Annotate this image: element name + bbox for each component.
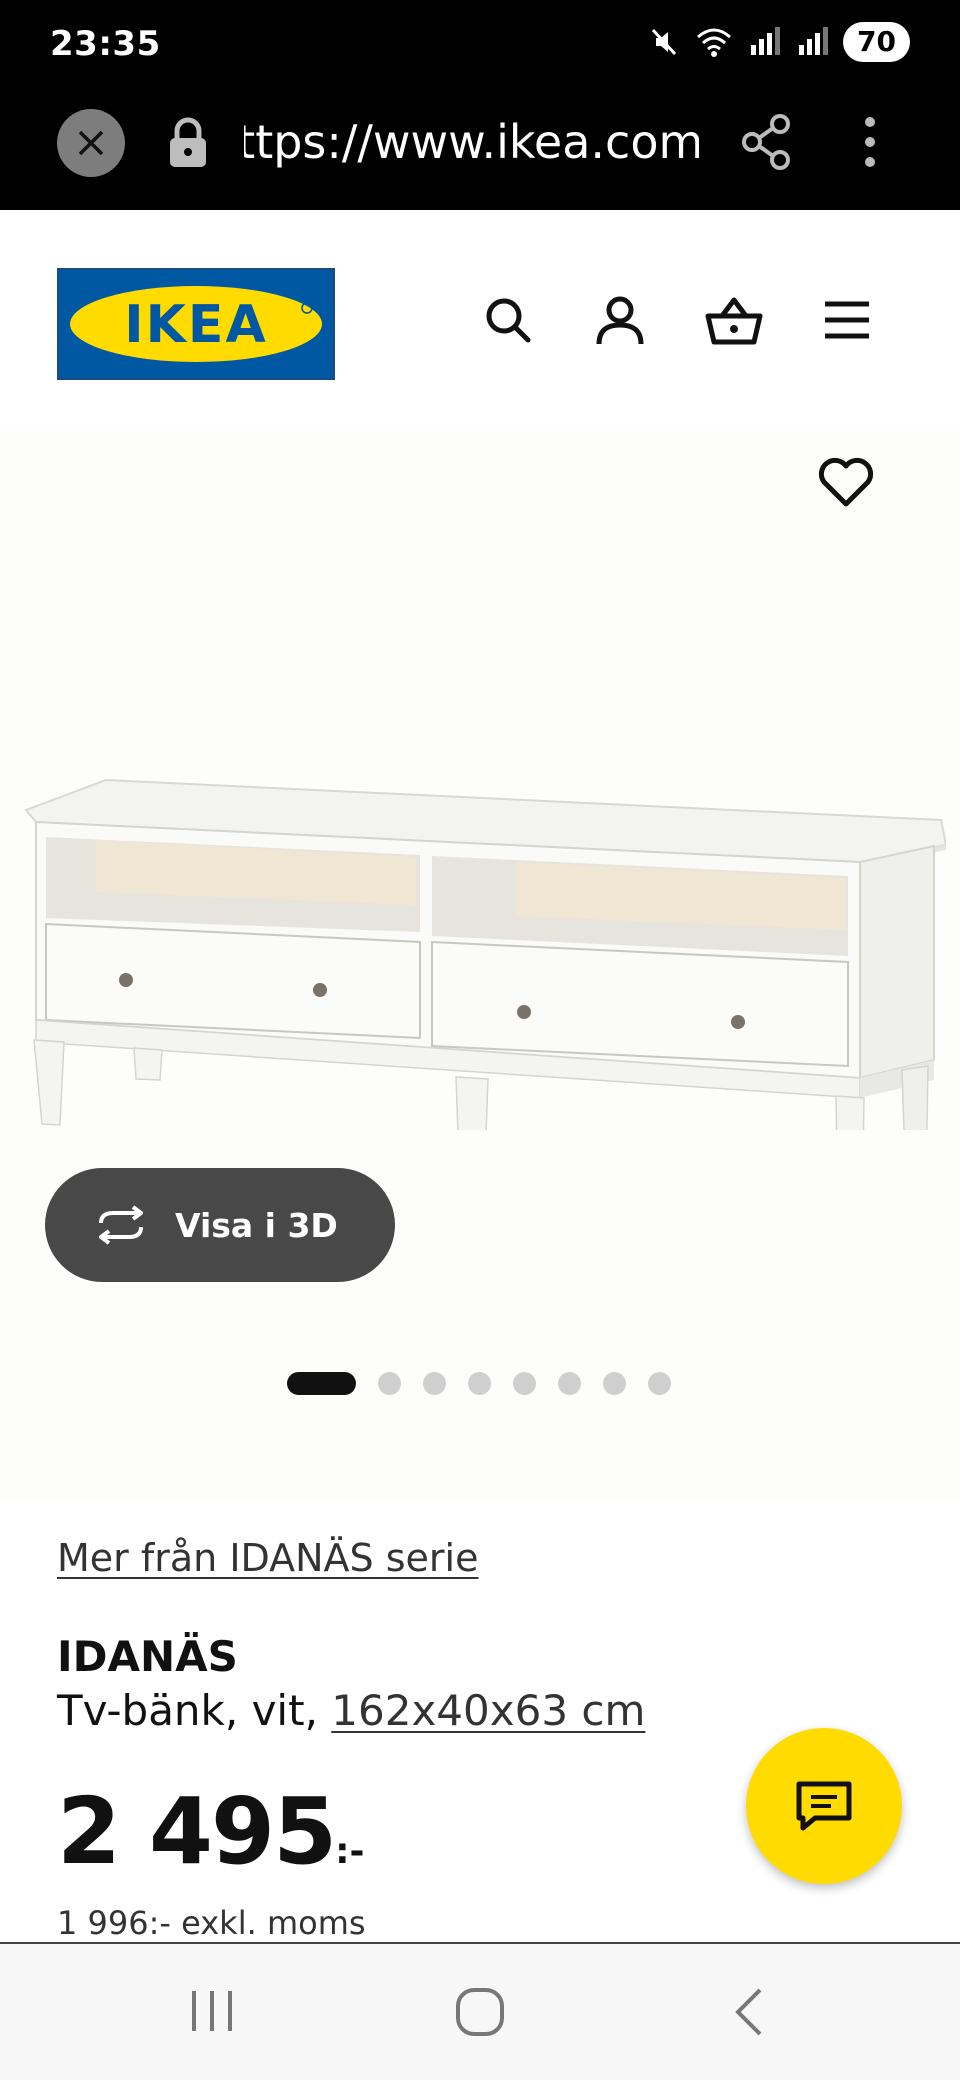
gallery-dot[interactable] (378, 1372, 401, 1395)
url-text: https://www.ikea.com/se/sv/p/idanas-tv-b… (244, 115, 699, 169)
product-description: Tv-bänk, vit, 162x40x63 cm (57, 1686, 645, 1735)
browser-toolbar: https://www.ikea.com/se/sv/p/idanas-tv-b… (0, 90, 960, 210)
mute-icon (651, 28, 677, 56)
signal-icon (751, 27, 781, 55)
wifi-icon (697, 28, 732, 57)
account-icon[interactable] (594, 294, 646, 348)
close-icon (78, 130, 104, 156)
gallery-dot[interactable] (603, 1372, 626, 1395)
shopping-basket-icon[interactable] (704, 294, 764, 348)
gallery-dot[interactable] (287, 1372, 356, 1395)
battery-indicator: 70 (843, 22, 910, 62)
search-icon[interactable] (482, 294, 534, 346)
gallery-dot[interactable] (648, 1372, 671, 1395)
status-bar: 23:35 70 (0, 0, 960, 90)
status-time: 23:35 (50, 24, 161, 64)
menu-icon[interactable] (822, 294, 872, 346)
share-icon[interactable] (740, 112, 794, 172)
product-image[interactable] (16, 600, 946, 1130)
product-gallery[interactable]: Visa i 3D (0, 430, 960, 1500)
more-options-icon[interactable] (850, 112, 890, 172)
logo-text: IKEA (124, 295, 267, 355)
product-price: 2 495:- (57, 1778, 364, 1885)
heart-icon[interactable] (816, 454, 876, 510)
close-tab-button[interactable] (57, 109, 125, 177)
product-size-link[interactable]: 162x40x63 cm (331, 1686, 645, 1735)
home-icon[interactable] (454, 1986, 506, 2038)
view-3d-label: Visa i 3D (175, 1205, 338, 1245)
gallery-dot[interactable] (513, 1372, 536, 1395)
price-value: 2 495 (57, 1778, 337, 1885)
ikea-logo[interactable]: IKEA (57, 268, 335, 380)
price-suffix: :- (335, 1831, 365, 1872)
recent-apps-icon[interactable] (188, 1986, 236, 2036)
chat-button[interactable] (746, 1728, 902, 1884)
series-link[interactable]: Mer från IDANÄS serie (57, 1536, 478, 1580)
chat-icon (796, 1781, 852, 1831)
system-nav-bar (0, 1942, 960, 2080)
status-icons: 70 (647, 22, 910, 62)
site-header: IKEA (0, 210, 960, 430)
product-name: IDANÄS (57, 1632, 238, 1681)
view-3d-button[interactable]: Visa i 3D (45, 1168, 395, 1282)
lock-icon[interactable] (166, 117, 210, 169)
rotate-3d-icon (99, 1205, 143, 1245)
url-bar[interactable]: https://www.ikea.com/se/sv/p/idanas-tv-b… (244, 110, 699, 174)
signal-icon-2 (799, 27, 829, 55)
gallery-pagination (287, 1372, 671, 1395)
price-excl-vat: 1 996:- exkl. moms (57, 1904, 366, 1942)
back-icon[interactable] (730, 1986, 770, 2038)
gallery-dot[interactable] (468, 1372, 491, 1395)
logo-mark: IKEA (70, 286, 322, 362)
gallery-dot[interactable] (558, 1372, 581, 1395)
gallery-dot[interactable] (423, 1372, 446, 1395)
product-type: Tv-bänk, vit, (57, 1686, 332, 1735)
